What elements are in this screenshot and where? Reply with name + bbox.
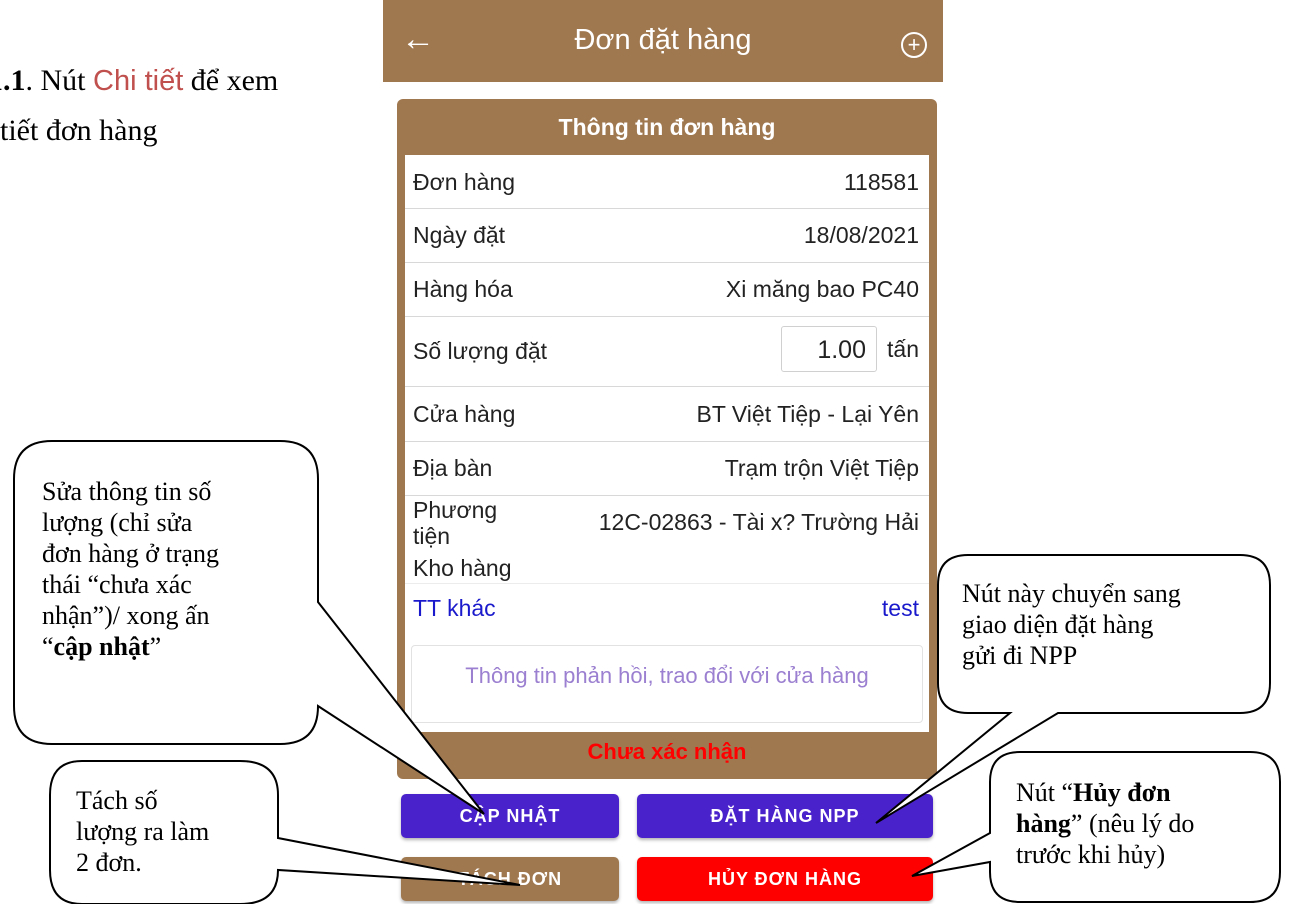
callout-shapes (13, 440, 1281, 904)
edit-callout-line2: lượng (chỉ sửa (42, 508, 193, 537)
split-callout-line2: lượng ra làm (76, 817, 210, 846)
split-callout-line1: Tách số (76, 786, 158, 815)
npp-callout-line2: giao diện đặt hàng (962, 610, 1154, 639)
cancel-callout-line2: hàng” (nêu lý do (1016, 808, 1194, 839)
cancel-emphasis-1: Hủy đơn (1073, 778, 1171, 807)
npp-callout-line3: gửi đi NPP (962, 641, 1078, 670)
edit-callout-line3: đơn hàng ở trạng (42, 539, 219, 568)
cancel-callout-line3: trước khi hủy) (1016, 840, 1166, 869)
close-quote: ” (149, 632, 162, 661)
edit-callout-line6: “cập nhật” (42, 631, 219, 662)
cancel-callout-prefix: Nút “ (1016, 778, 1074, 807)
split-callout-text: Tách số lượng ra làm 2 đơn. (76, 785, 209, 878)
npp-callout-text: Nút này chuyển sang giao diện đặt hàng g… (962, 578, 1181, 671)
npp-callout-line1: Nút này chuyển sang (962, 579, 1181, 608)
update-emphasis: cập nhật (53, 632, 150, 661)
edit-callout-line1: Sửa thông tin số (42, 477, 212, 506)
cancel-callout-suffix: ” (nêu lý do (1070, 809, 1195, 838)
split-callout-line3: 2 đơn. (76, 848, 142, 877)
edit-callout-line5: nhận”)/ xong ấn (42, 601, 210, 630)
cancel-callout-text: Nút “Hủy đơn hàng” (nêu lý do trước khi … (1016, 777, 1194, 870)
cancel-callout-line1: Nút “Hủy đơn (1016, 777, 1194, 808)
edit-callout-line4: thái “chưa xác (42, 570, 192, 599)
edit-callout-text: Sửa thông tin số lượng (chỉ sửa đơn hàng… (42, 476, 219, 662)
cancel-emphasis-2: hàng (1016, 809, 1071, 838)
open-quote: “ (42, 632, 54, 661)
